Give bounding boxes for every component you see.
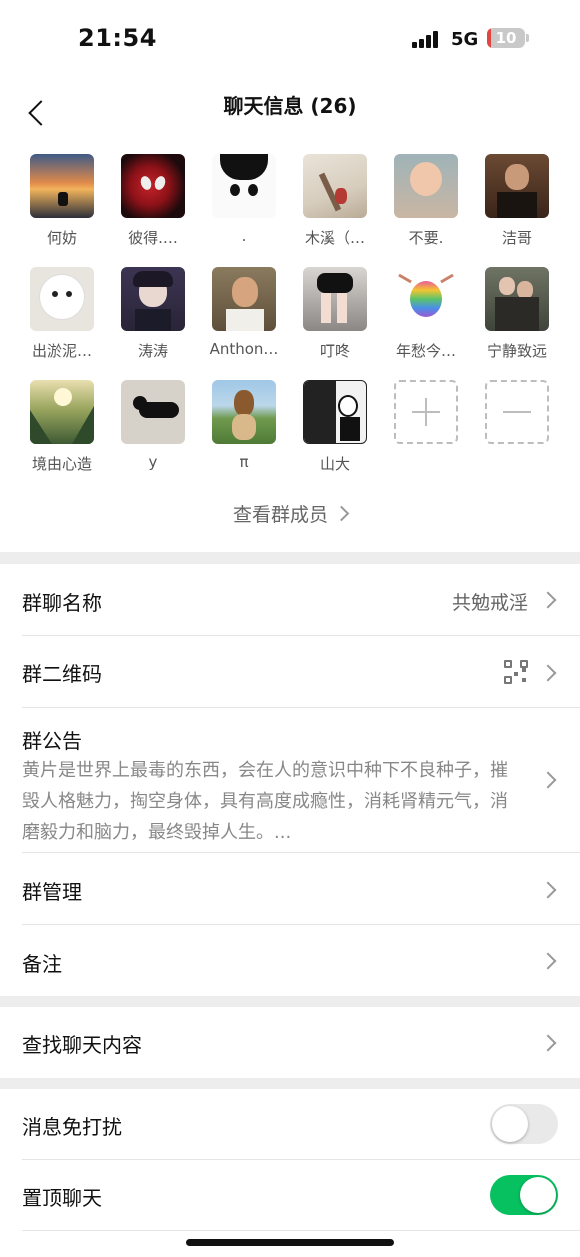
member-item[interactable]: 何妨 bbox=[24, 154, 100, 248]
anime-boy-avatar bbox=[121, 267, 185, 331]
member-name: π bbox=[239, 453, 249, 471]
member-name: 洁哥 bbox=[501, 229, 532, 247]
white-dog-avatar bbox=[30, 267, 94, 331]
search-history-row[interactable]: 查找聊天内容 bbox=[0, 1007, 580, 1078]
pin-chat-label: 置顶聊天 bbox=[22, 1186, 102, 1210]
remove-member-button[interactable] bbox=[479, 380, 555, 444]
announcement-text: 黄片是世界上最毒的东西，会在人的意识中种下不良种子，摧毁人格魅力，掏空身体，具有… bbox=[22, 760, 508, 843]
member-item[interactable]: 彼得.… bbox=[115, 154, 191, 248]
spiderman-avatar bbox=[121, 154, 185, 218]
member-name: 涛涛 bbox=[137, 342, 168, 360]
mute-toggle[interactable] bbox=[490, 1104, 558, 1144]
member-item[interactable]: 年愁今… bbox=[388, 267, 464, 361]
plus-icon bbox=[394, 380, 458, 444]
member-item[interactable]: 不要. bbox=[388, 154, 464, 248]
member-name: 出淤泥… bbox=[31, 342, 92, 360]
godfather-avatar bbox=[485, 154, 549, 218]
chevron-right-icon bbox=[539, 591, 557, 609]
minus-icon bbox=[485, 380, 549, 444]
announcement-label: 群公告 bbox=[22, 729, 82, 753]
member-item[interactable]: 出淤泥… bbox=[24, 267, 100, 361]
member-name: 境由心造 bbox=[31, 455, 92, 473]
add-member-button[interactable] bbox=[388, 380, 464, 444]
dog-field-avatar bbox=[212, 380, 276, 444]
sunset-beach-avatar bbox=[30, 154, 94, 218]
ink-painting-avatar bbox=[303, 154, 367, 218]
page-title: 聊天信息 (26) bbox=[223, 94, 357, 118]
battery-icon: 10 bbox=[487, 28, 525, 48]
member-item[interactable]: 涛涛 bbox=[115, 267, 191, 361]
mute-label: 消息免打扰 bbox=[22, 1115, 122, 1139]
member-name: 山大 bbox=[319, 455, 350, 473]
status-bar: 21:54 5G 10 bbox=[0, 0, 580, 72]
member-name: 何妨 bbox=[46, 229, 77, 247]
rainbow-figure-avatar bbox=[394, 267, 458, 331]
member-name: Anthon… bbox=[209, 340, 279, 358]
pin-chat-toggle[interactable] bbox=[490, 1175, 558, 1215]
search-history-label: 查找聊天内容 bbox=[22, 1033, 142, 1057]
valley-sunlight-avatar bbox=[30, 380, 94, 444]
search-history-section: 查找聊天内容 bbox=[0, 1007, 580, 1078]
member-name: . bbox=[241, 227, 247, 245]
group-manage-label: 群管理 bbox=[22, 880, 82, 904]
member-item[interactable]: Anthon… bbox=[206, 267, 282, 358]
member-name: 叮咚 bbox=[319, 342, 350, 360]
member-name: 木溪（… bbox=[304, 229, 365, 247]
black-cat-avatar bbox=[121, 380, 185, 444]
couple-avatar bbox=[485, 267, 549, 331]
home-indicator bbox=[186, 1239, 394, 1246]
member-name: 年愁今… bbox=[395, 342, 456, 360]
qr-code-label: 群二维码 bbox=[22, 662, 102, 686]
network-label: 5G bbox=[451, 29, 479, 50]
member-item[interactable]: 山大 bbox=[297, 380, 373, 474]
member-item[interactable]: y bbox=[115, 380, 191, 471]
qr-code-icon bbox=[504, 660, 528, 684]
member-item[interactable]: 叮咚 bbox=[297, 267, 373, 361]
pin-chat-row: 置顶聊天 bbox=[0, 1160, 580, 1231]
remark-row[interactable]: 备注 bbox=[0, 925, 580, 996]
group-settings: 群聊名称 共勉戒淫 群二维码 群公告 黄片是世界上最毒的东西，会在人的意识中种下… bbox=[0, 564, 580, 996]
chevron-right-icon bbox=[539, 771, 557, 789]
member-name: 彼得.… bbox=[128, 229, 178, 247]
member-item[interactable]: . bbox=[206, 154, 282, 245]
chevron-right-icon bbox=[539, 952, 557, 970]
view-all-members-label: 查看群成员 bbox=[232, 504, 328, 526]
nav-bar: 聊天信息 (26) bbox=[0, 72, 580, 134]
status-time: 21:54 bbox=[78, 24, 157, 52]
cartoon-boy-avatar bbox=[212, 154, 276, 218]
member-name: 不要. bbox=[408, 229, 444, 247]
mute-row: 消息免打扰 bbox=[0, 1089, 580, 1160]
group-name-row[interactable]: 群聊名称 共勉戒淫 bbox=[0, 564, 580, 636]
member-name: 宁静致远 bbox=[486, 342, 547, 360]
view-all-members-link[interactable]: 查看群成员 bbox=[0, 500, 580, 527]
man-peace-sign-avatar bbox=[212, 267, 276, 331]
group-name-label: 群聊名称 bbox=[22, 591, 102, 615]
chevron-right-icon bbox=[333, 505, 350, 522]
member-item[interactable]: 宁静致远 bbox=[479, 267, 555, 361]
group-name-value: 共勉戒淫 bbox=[451, 592, 528, 614]
toggle-settings: 消息免打扰 置顶聊天 bbox=[0, 1089, 580, 1257]
member-grid: 何妨 彼得.… . 木溪（… 不要. 洁哥 出淤泥… 涛涛 Anthon… 叮咚… bbox=[0, 134, 580, 552]
member-item[interactable]: 木溪（… bbox=[297, 154, 373, 248]
qr-code-row[interactable]: 群二维码 bbox=[0, 636, 580, 708]
signal-icon bbox=[412, 30, 444, 48]
remark-label: 备注 bbox=[22, 952, 62, 976]
announcement-row[interactable]: 群公告 黄片是世界上最毒的东西，会在人的意识中种下不良种子，摧毁人格魅力，掏空身… bbox=[0, 708, 580, 853]
group-manage-row[interactable]: 群管理 bbox=[0, 853, 580, 925]
member-name: y bbox=[148, 453, 158, 471]
battery-level: 10 bbox=[495, 29, 517, 47]
chevron-right-icon bbox=[539, 881, 557, 899]
comic-avatar bbox=[303, 380, 367, 444]
member-item[interactable]: 洁哥 bbox=[479, 154, 555, 248]
member-item[interactable]: 境由心造 bbox=[24, 380, 100, 474]
member-item[interactable]: π bbox=[206, 380, 282, 471]
chevron-right-icon bbox=[539, 664, 557, 682]
baby-avatar bbox=[394, 154, 458, 218]
chevron-right-icon bbox=[539, 1034, 557, 1052]
legs-avatar bbox=[303, 267, 367, 331]
